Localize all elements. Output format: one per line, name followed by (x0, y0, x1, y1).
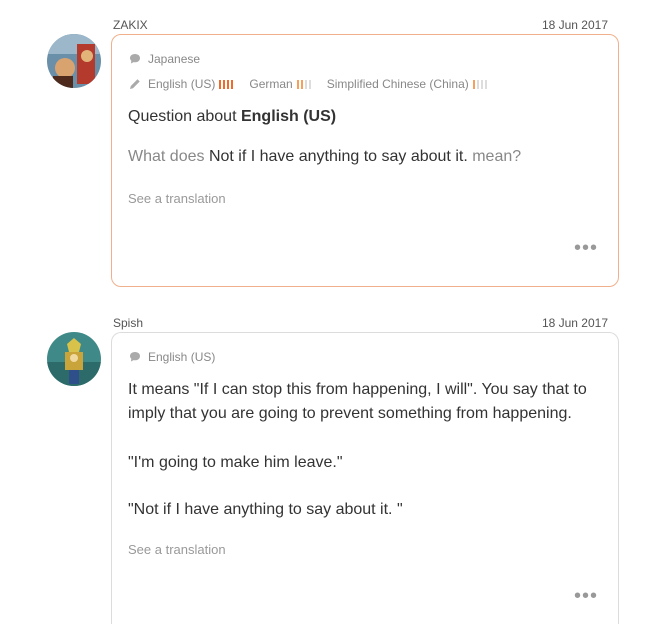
answer-paragraph: It means "If I can stop this from happen… (128, 381, 587, 422)
see-translation-link[interactable]: See a translation (128, 191, 226, 206)
question-language: English (US) (240, 108, 337, 125)
question-heading-prefix: Question about (128, 108, 241, 125)
proficiency-bars (219, 79, 234, 89)
see-translation-link[interactable]: See a translation (128, 542, 226, 557)
question-body-suffix: mean? (467, 148, 522, 165)
post-date: 18 Jun 2017 (541, 18, 608, 32)
native-language: English (US) (148, 350, 216, 364)
native-language-row: Japanese (129, 52, 200, 66)
proficiency-bars (472, 79, 487, 89)
avatar-image (47, 34, 101, 88)
question-body-prefix: What does (128, 148, 209, 165)
author-name[interactable]: Spish (113, 316, 143, 330)
learning-languages-row: English (US) German Simplified Chinese (… (129, 77, 503, 91)
answer-paragraph: "I'm going to make him leave." (128, 454, 343, 471)
question-card: Japanese English (US) German Simplified … (111, 34, 619, 287)
more-options-button[interactable]: ••• (574, 586, 598, 606)
more-options-button[interactable]: ••• (574, 238, 598, 258)
answer-card: English (US) It means "If I can stop thi… (111, 332, 619, 624)
post-date: 18 Jun 2017 (541, 316, 608, 330)
language-name: English (US) (148, 77, 216, 91)
pencil-icon (130, 79, 140, 89)
avatar[interactable] (47, 34, 101, 88)
answer-paragraph: "Not if I have anything to say about it.… (128, 501, 403, 518)
language-name: German (249, 77, 293, 91)
question-phrase: Not if I have anything to say about it. (208, 148, 468, 165)
speech-bubble-icon (130, 54, 140, 64)
language-english: English (US) (148, 77, 234, 91)
question-body: What does Not if I have anything to say … (128, 145, 521, 169)
question-heading: Question about English (US) (128, 105, 336, 129)
proficiency-bars (296, 79, 311, 89)
avatar[interactable] (47, 332, 101, 386)
language-name: Simplified Chinese (China) (326, 77, 469, 91)
avatar-image (47, 332, 101, 386)
language-chinese: Simplified Chinese (China) (327, 77, 487, 91)
author-name[interactable]: ZAKIX (113, 18, 148, 32)
speech-bubble-icon (130, 352, 140, 362)
native-language-row: English (US) (129, 350, 215, 364)
language-german: German (249, 77, 311, 91)
native-language: Japanese (148, 52, 201, 66)
